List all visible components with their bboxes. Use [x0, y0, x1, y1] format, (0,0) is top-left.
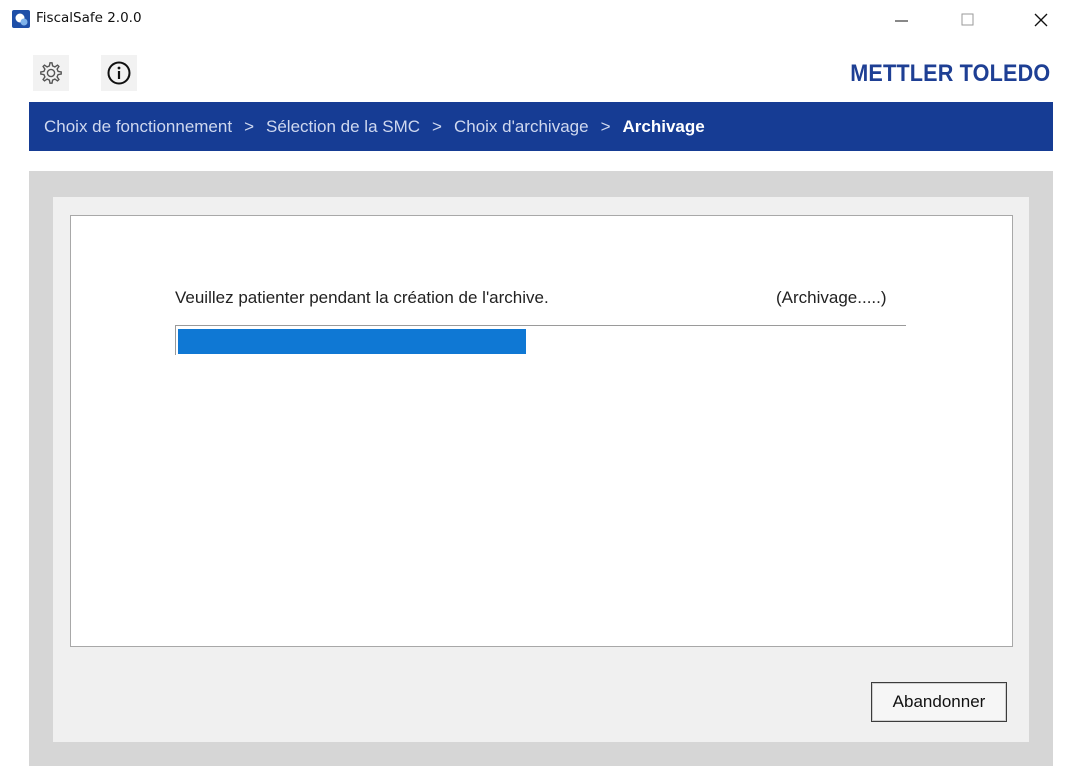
settings-button[interactable]: [33, 55, 69, 91]
info-icon: [107, 61, 131, 85]
minimize-button[interactable]: [879, 0, 925, 40]
breadcrumb-item-mode[interactable]: Choix de fonctionnement: [44, 117, 232, 137]
title-bar: FiscalSafe 2.0.0: [0, 0, 1065, 40]
close-icon: [1034, 13, 1048, 27]
progress-bar: [175, 325, 906, 355]
close-button[interactable]: [1018, 0, 1064, 40]
progress-panel: [70, 215, 1013, 647]
status-message: Veuillez patienter pendant la création d…: [175, 288, 549, 307]
breadcrumb-separator: >: [432, 116, 442, 136]
gear-icon: [40, 62, 62, 84]
toolbar: METTLER TOLEDO: [0, 40, 1065, 102]
window-title: FiscalSafe 2.0.0: [36, 10, 142, 26]
breadcrumb-item-archiving: Archivage: [622, 116, 705, 136]
status-phase: (Archivage.....): [776, 288, 887, 307]
maximize-icon: [961, 13, 974, 26]
breadcrumb-item-archive-choice[interactable]: Choix d'archivage: [454, 117, 589, 137]
minimize-icon: [895, 20, 908, 22]
breadcrumb-item-smc[interactable]: Sélection de la SMC: [266, 117, 420, 137]
info-button[interactable]: [101, 55, 137, 91]
progress-bar-fill: [178, 329, 526, 354]
brand-logo: METTLER TOLEDO: [849, 60, 1050, 87]
maximize-button[interactable]: [945, 0, 991, 40]
breadcrumb-separator: >: [600, 116, 611, 136]
breadcrumb: Choix de fonctionnement > Sélection de l…: [29, 102, 1053, 151]
abort-button[interactable]: Abandonner: [871, 682, 1007, 722]
app-icon: [12, 10, 30, 28]
breadcrumb-separator: >: [244, 116, 254, 136]
